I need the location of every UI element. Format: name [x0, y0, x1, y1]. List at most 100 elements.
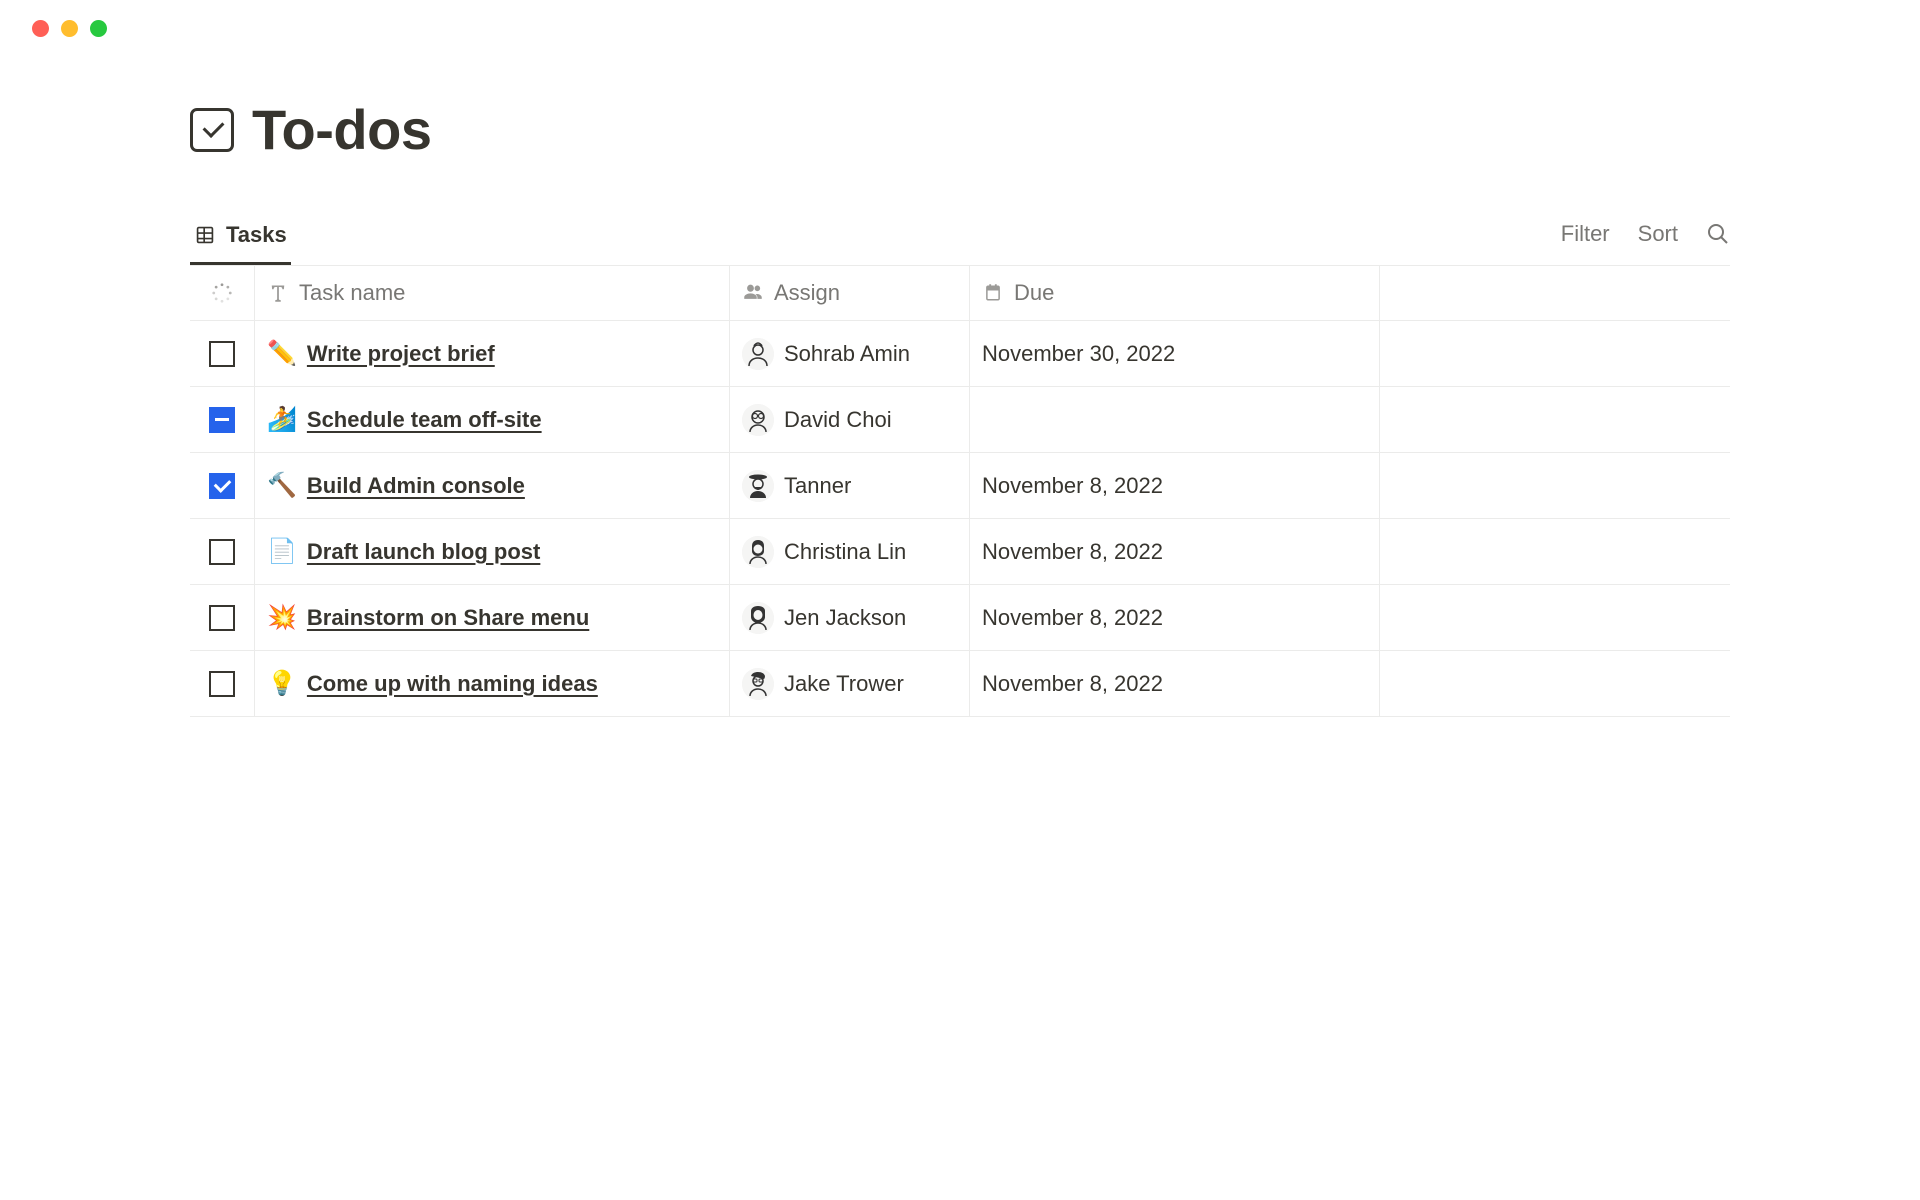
task-emoji: 🔨	[267, 471, 297, 500]
cell-assign[interactable]: Jake Trower	[730, 651, 970, 716]
cell-empty	[1380, 387, 1730, 452]
avatar	[742, 470, 774, 502]
cell-assign[interactable]: David Choi	[730, 387, 970, 452]
toolbar: Tasks Filter Sort	[190, 212, 1730, 266]
column-due-label: Due	[1014, 280, 1054, 306]
cell-empty	[1380, 651, 1730, 716]
cell-assign[interactable]: Christina Lin	[730, 519, 970, 584]
due-date: November 8, 2022	[982, 473, 1163, 499]
task-name-link[interactable]: Draft launch blog post	[307, 539, 540, 565]
assign-name: Jen Jackson	[784, 605, 906, 631]
loading-icon	[211, 282, 233, 304]
avatar	[742, 338, 774, 370]
task-checkbox[interactable]	[209, 605, 235, 631]
cell-assign[interactable]: Sohrab Amin	[730, 321, 970, 386]
tab-tasks[interactable]: Tasks	[190, 212, 291, 265]
cell-empty	[1380, 585, 1730, 650]
search-icon[interactable]	[1706, 222, 1730, 246]
due-date: November 8, 2022	[982, 671, 1163, 697]
cell-assign[interactable]: Jen Jackson	[730, 585, 970, 650]
task-checkbox[interactable]	[209, 407, 235, 433]
tab-label: Tasks	[226, 222, 287, 248]
cell-checkbox	[190, 651, 255, 716]
cell-name[interactable]: 💥 Brainstorm on Share menu	[255, 585, 730, 650]
column-assign-label: Assign	[774, 280, 840, 306]
due-date: November 8, 2022	[982, 539, 1163, 565]
column-header-due[interactable]: Due	[970, 266, 1380, 320]
cell-checkbox	[190, 453, 255, 518]
task-name-link[interactable]: Brainstorm on Share menu	[307, 605, 589, 631]
toolbar-actions: Filter Sort	[1561, 221, 1730, 257]
table-row[interactable]: 💥 Brainstorm on Share menu Jen Jackson N…	[190, 585, 1730, 651]
cell-name[interactable]: 📄 Draft launch blog post	[255, 519, 730, 584]
filter-button[interactable]: Filter	[1561, 221, 1610, 247]
cell-checkbox	[190, 387, 255, 452]
column-name-label: Task name	[299, 280, 405, 306]
table-row[interactable]: 🔨 Build Admin console Tanner November 8,…	[190, 453, 1730, 519]
cell-due[interactable]: November 8, 2022	[970, 453, 1380, 518]
cell-due[interactable]	[970, 387, 1380, 452]
table-row[interactable]: 🏄 Schedule team off-site David Choi	[190, 387, 1730, 453]
table-row[interactable]: ✏️ Write project brief Sohrab Amin Novem…	[190, 321, 1730, 387]
table-row[interactable]: 📄 Draft launch blog post Christina Lin N…	[190, 519, 1730, 585]
due-date: November 30, 2022	[982, 341, 1175, 367]
cell-due[interactable]: November 8, 2022	[970, 651, 1380, 716]
task-checkbox[interactable]	[209, 539, 235, 565]
assign-name: Christina Lin	[784, 539, 906, 565]
column-header-assign[interactable]: Assign	[730, 266, 970, 320]
task-name-link[interactable]: Build Admin console	[307, 473, 525, 499]
assign-name: Jake Trower	[784, 671, 904, 697]
table-row[interactable]: 💡 Come up with naming ideas Jake Trower …	[190, 651, 1730, 717]
cell-name[interactable]: 🔨 Build Admin console	[255, 453, 730, 518]
column-header-name[interactable]: Task name	[255, 266, 730, 320]
cell-checkbox	[190, 519, 255, 584]
task-checkbox[interactable]	[209, 341, 235, 367]
cell-name[interactable]: 💡 Come up with naming ideas	[255, 651, 730, 716]
cell-assign[interactable]: Tanner	[730, 453, 970, 518]
avatar	[742, 668, 774, 700]
task-emoji: 📄	[267, 537, 297, 566]
avatar	[742, 404, 774, 436]
text-icon	[267, 282, 289, 304]
page-header: To-dos	[190, 97, 1730, 162]
window-minimize-button[interactable]	[61, 20, 78, 37]
avatar	[742, 536, 774, 568]
task-emoji: 💡	[267, 669, 297, 698]
cell-due[interactable]: November 30, 2022	[970, 321, 1380, 386]
window-maximize-button[interactable]	[90, 20, 107, 37]
page-title: To-dos	[252, 97, 431, 162]
task-emoji: 💥	[267, 603, 297, 632]
window-close-button[interactable]	[32, 20, 49, 37]
table-icon	[194, 224, 216, 246]
cell-checkbox	[190, 321, 255, 386]
calendar-icon	[982, 282, 1004, 304]
cell-checkbox	[190, 585, 255, 650]
assign-name: Tanner	[784, 473, 851, 499]
column-header-checkbox	[190, 266, 255, 320]
task-emoji: ✏️	[267, 339, 297, 368]
assign-name: David Choi	[784, 407, 892, 433]
sort-button[interactable]: Sort	[1638, 221, 1678, 247]
assign-name: Sohrab Amin	[784, 341, 910, 367]
tasks-table: Task name Assign Due ✏️ Write proje	[190, 266, 1730, 717]
task-checkbox[interactable]	[209, 671, 235, 697]
cell-name[interactable]: 🏄 Schedule team off-site	[255, 387, 730, 452]
cell-empty	[1380, 321, 1730, 386]
task-emoji: 🏄	[267, 405, 297, 434]
table-header: Task name Assign Due	[190, 266, 1730, 321]
column-header-empty	[1380, 266, 1730, 320]
cell-empty	[1380, 453, 1730, 518]
task-name-link[interactable]: Come up with naming ideas	[307, 671, 598, 697]
window-controls	[0, 0, 1920, 37]
task-name-link[interactable]: Write project brief	[307, 341, 495, 367]
people-icon	[742, 282, 764, 304]
avatar	[742, 602, 774, 634]
due-date: November 8, 2022	[982, 605, 1163, 631]
cell-due[interactable]: November 8, 2022	[970, 585, 1380, 650]
cell-name[interactable]: ✏️ Write project brief	[255, 321, 730, 386]
cell-due[interactable]: November 8, 2022	[970, 519, 1380, 584]
view-tabs: Tasks	[190, 212, 291, 265]
task-checkbox[interactable]	[209, 473, 235, 499]
checkbox-page-icon	[190, 108, 234, 152]
task-name-link[interactable]: Schedule team off-site	[307, 407, 542, 433]
